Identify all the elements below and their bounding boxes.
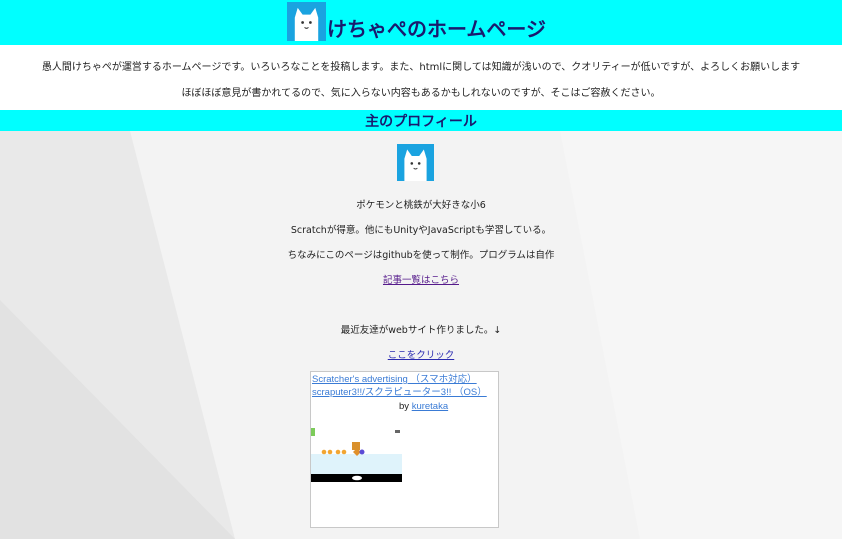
friend-site-link[interactable]: ここをクリック: [388, 350, 455, 361]
friend-text: 最近友達がwebサイト作りました。↓: [340, 325, 502, 336]
embed-author: by kuretaka: [399, 401, 448, 412]
profile-section-title: 主のプロフィール: [365, 114, 477, 130]
cat-avatar-icon: [397, 144, 434, 181]
friend-link-wrap: ここをクリック: [0, 347, 842, 361]
profile-text-1: ポケモンと桃鉄が大好きな小6: [356, 200, 486, 211]
profile-text-3: ちなみにこのページはgithubを使って制作。プログラムは自作: [287, 250, 555, 261]
intro-text-1: 愚人間けちゃぺが運営するホームページです。いろいろなことを投稿します。また、ht…: [41, 62, 801, 73]
embed-project-title-link[interactable]: Scratcher's advertising （スマホ対応）scraputer…: [312, 373, 498, 399]
intro-section: 愚人間けちゃぺが運営するホームページです。いろいろなことを投稿します。また、ht…: [0, 45, 842, 110]
articles-link-wrap: 記事一覧はこちら: [0, 272, 842, 286]
site-header: けちゃぺのホームページ: [0, 0, 842, 45]
site-title: けちゃぺのホームページ: [327, 17, 546, 41]
embed-author-link[interactable]: kuretaka: [412, 401, 448, 412]
profile-section-bar: 主のプロフィール: [0, 110, 842, 131]
project-preview-image[interactable]: [311, 414, 402, 482]
embed-by-label: by: [399, 401, 410, 412]
profile-text-2: Scratchが得意。他にもUnityやJavaScriptも学習している。: [290, 225, 552, 236]
cat-avatar-icon: [287, 2, 326, 41]
scratch-project-embed: Scratcher's advertising （スマホ対応）scraputer…: [310, 371, 499, 528]
intro-text-2: ほぼほぼ意見が書かれてるので、気に入らない内容もあるかもしれないのですが、そこは…: [181, 88, 661, 99]
articles-link[interactable]: 記事一覧はこちら: [383, 275, 459, 286]
